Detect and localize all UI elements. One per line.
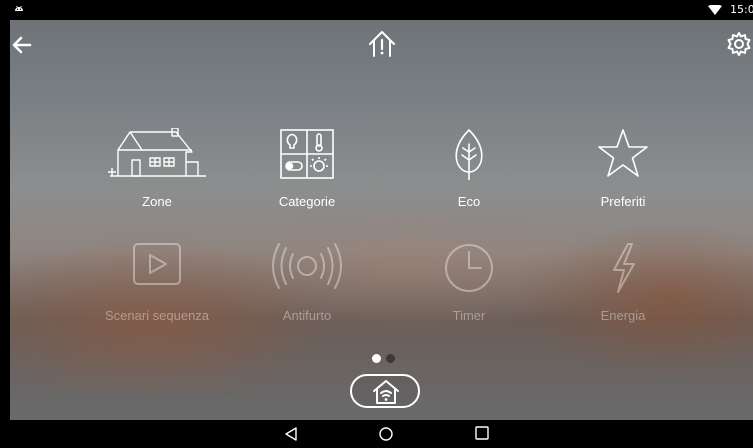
page-dot-active[interactable]: [372, 354, 381, 363]
back-arrow-icon[interactable]: [10, 33, 34, 57]
system-nav-bar: [0, 420, 753, 448]
lightning-icon: [613, 243, 635, 293]
house-icon: [108, 128, 206, 177]
home-button[interactable]: [350, 374, 420, 408]
home-circle-icon[interactable]: [378, 426, 394, 442]
status-time: 15:0: [730, 3, 753, 16]
app-screen: Zone Categorie Eco Preferiti Scenari seq…: [10, 20, 753, 420]
status-bar: 15:0: [0, 0, 753, 20]
tile-categorie[interactable]: Categorie: [232, 128, 382, 238]
page-dot-inactive[interactable]: [386, 354, 395, 363]
back-triangle-icon[interactable]: [284, 426, 298, 442]
alarm-icon: [272, 243, 342, 289]
tile-label: Timer: [452, 308, 486, 323]
tile-antifurto: Antifurto: [232, 242, 382, 352]
home-wifi-icon: [373, 380, 399, 404]
android-icon: [15, 5, 23, 11]
tile-scenari-sequenza: Scenari sequenza: [82, 242, 232, 352]
home-alert-icon: [369, 31, 395, 57]
leaf-icon: [455, 129, 483, 180]
tile-label: Eco: [457, 194, 481, 209]
tile-zone[interactable]: Zone: [82, 128, 232, 238]
tile-preferiti[interactable]: Preferiti: [548, 128, 698, 238]
tile-label: Energia: [600, 308, 646, 323]
tile-label: Scenari sequenza: [104, 308, 210, 323]
wifi-icon: [708, 5, 722, 15]
play-icon: [133, 243, 181, 285]
recents-square-icon[interactable]: [475, 426, 489, 440]
gear-icon[interactable]: [725, 30, 753, 58]
categories-icon: [280, 129, 334, 179]
tile-label: Preferiti: [600, 194, 646, 209]
tile-timer: Timer: [394, 242, 544, 352]
tile-energia: Energia: [548, 242, 698, 352]
star-icon: [598, 129, 648, 177]
tile-label: Antifurto: [282, 308, 332, 323]
tile-eco[interactable]: Eco: [394, 128, 544, 238]
tile-label: Zone: [142, 194, 172, 209]
tile-label: Categorie: [278, 194, 336, 209]
clock-icon: [445, 244, 493, 292]
page-indicator: [372, 353, 402, 365]
